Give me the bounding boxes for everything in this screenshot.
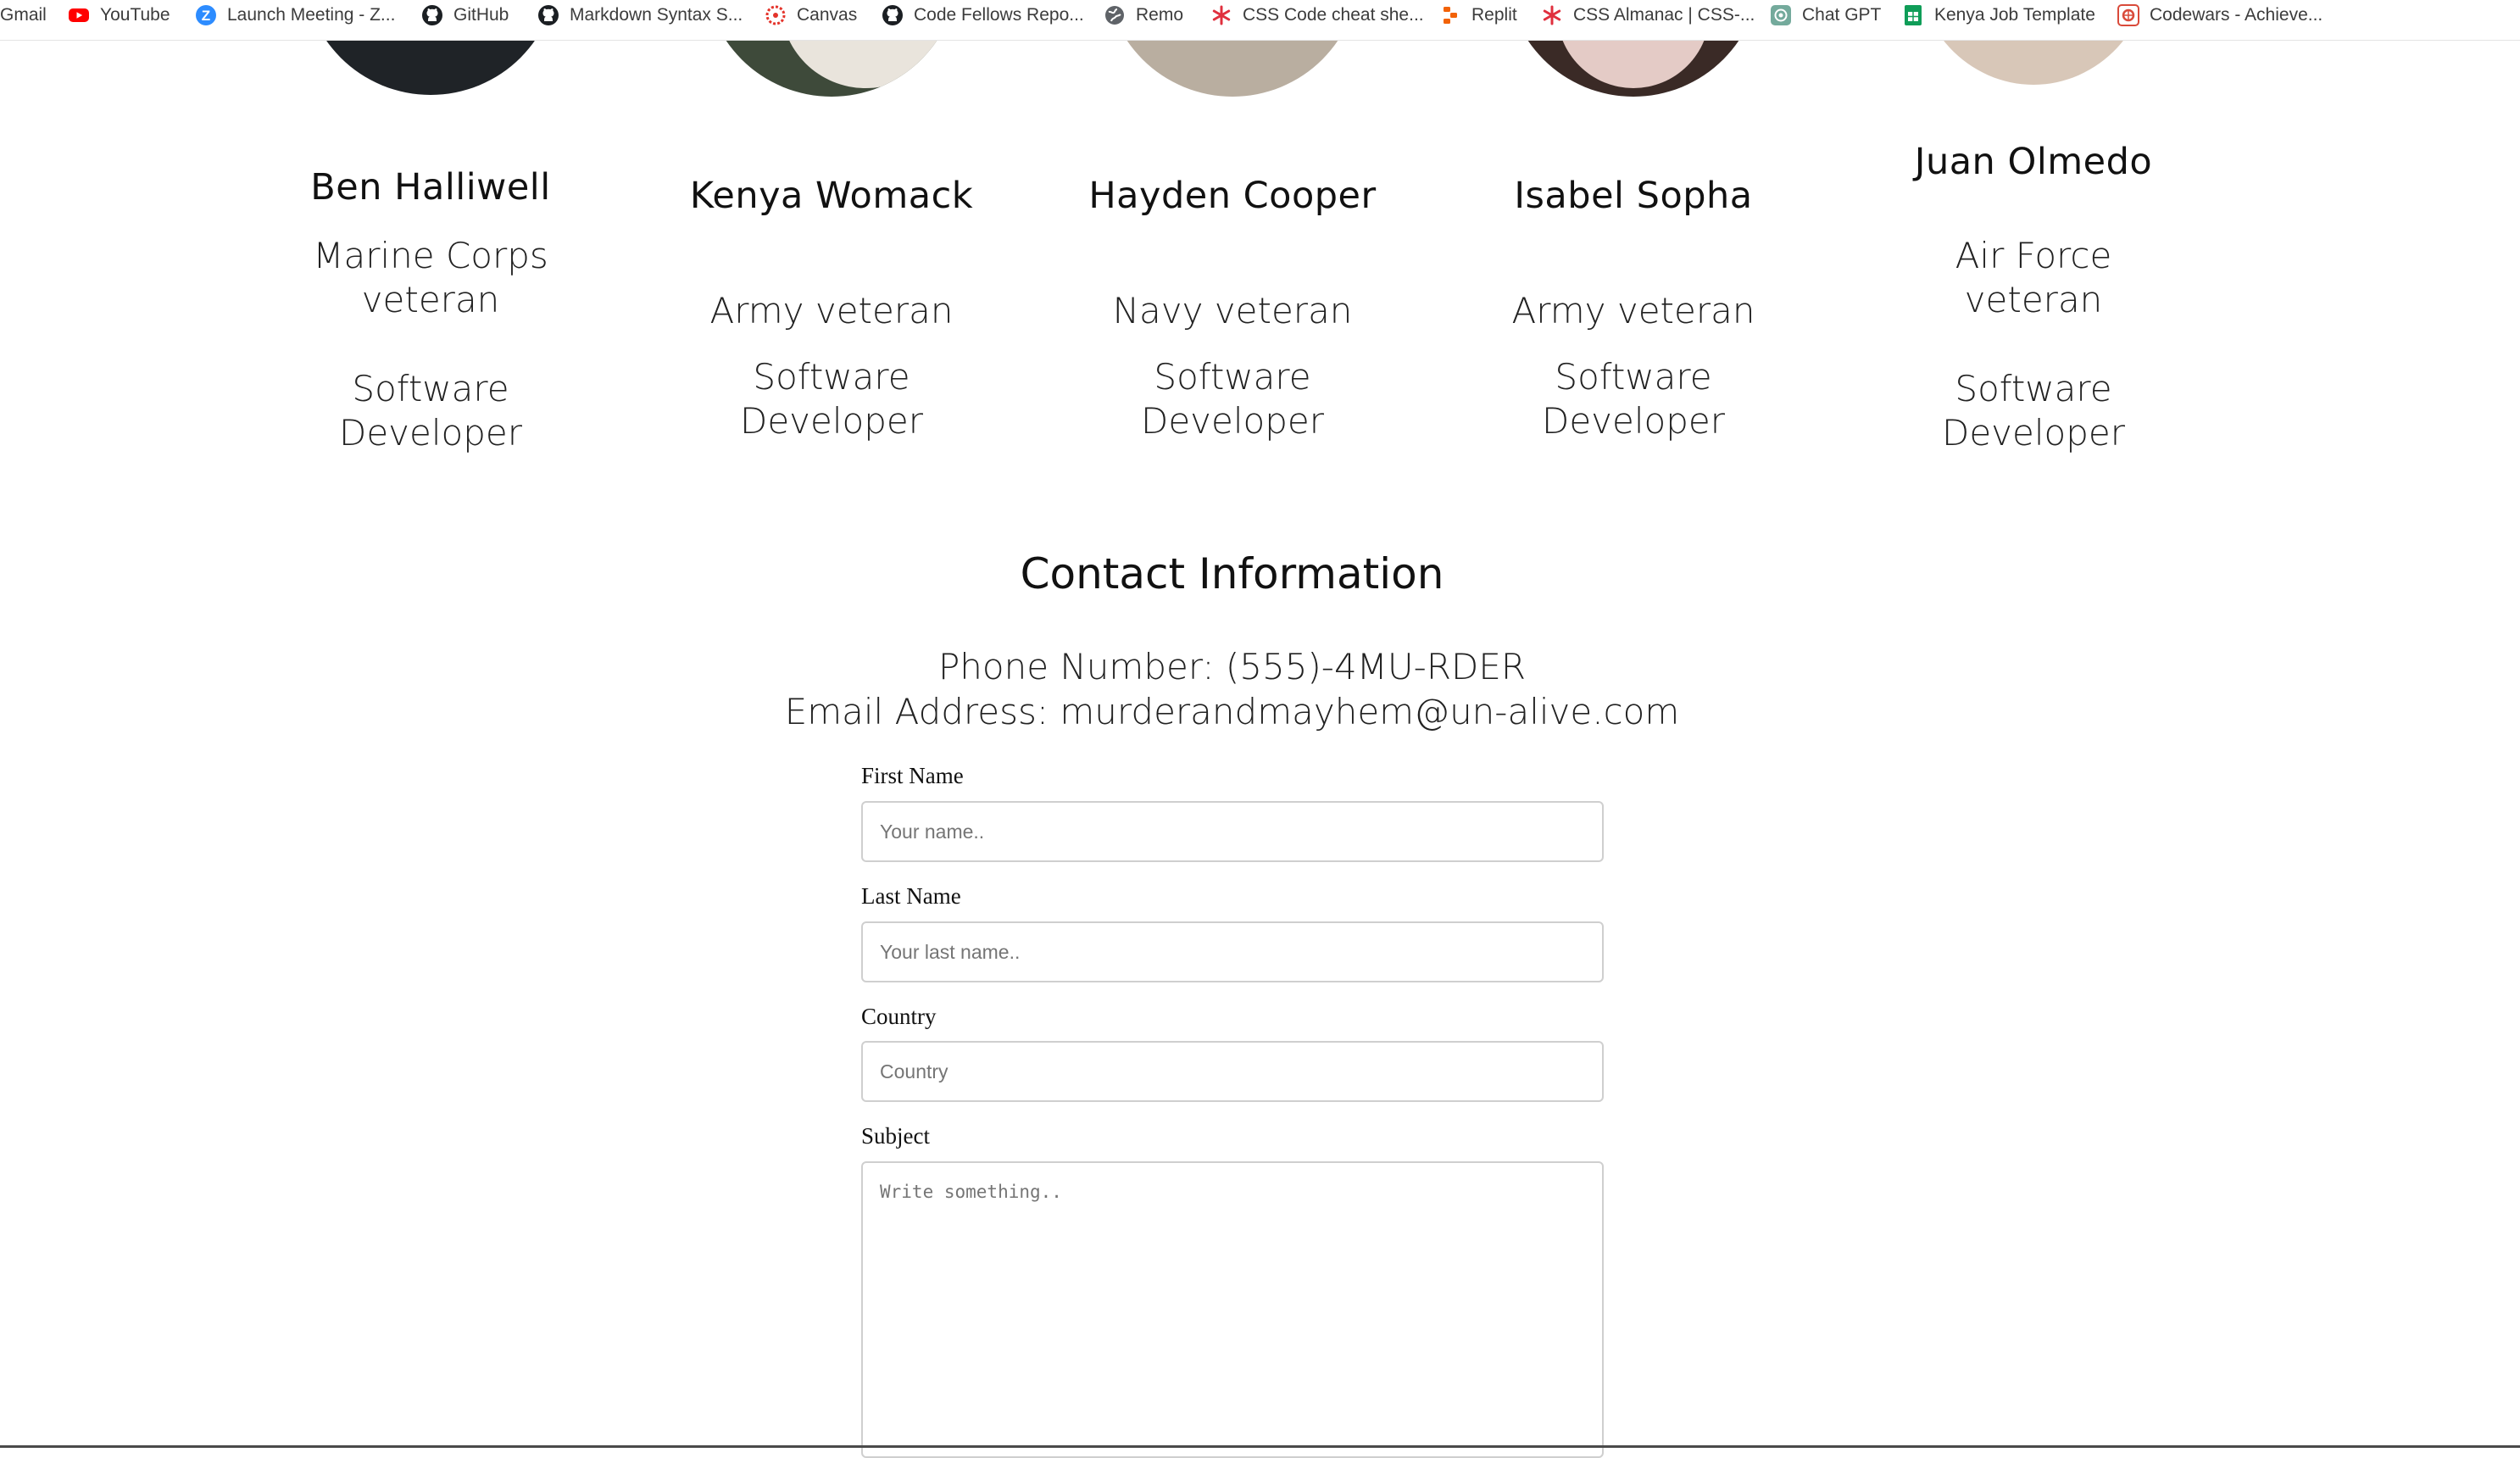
country-label: Country: [861, 1004, 937, 1029]
bookmark-chat-gpt[interactable]: Chat GPT: [1770, 0, 1881, 31]
first-name-input[interactable]: [861, 801, 1604, 862]
canvas-icon: [765, 4, 787, 26]
member-name: Hayden Cooper: [1088, 175, 1377, 217]
subject-label: Subject: [861, 1123, 930, 1149]
bookmark-remo[interactable]: Remo: [1104, 0, 1183, 31]
member-name: Juan Olmedo: [1914, 141, 2153, 183]
member-name: Kenya Womack: [689, 175, 974, 217]
bookmark-kenya-job-template[interactable]: Kenya Job Template: [1902, 0, 2095, 31]
contact-title: Contact Information: [1020, 549, 1444, 598]
member-branch: Air Force veteran: [1955, 235, 2112, 320]
sheets-icon: [1902, 4, 1924, 26]
codewars-icon: [2117, 4, 2139, 26]
svg-text:Z: Z: [202, 8, 210, 24]
bookmark-youtube[interactable]: YouTube: [68, 0, 170, 31]
bookmark-label: YouTube: [100, 5, 170, 25]
bookmark-replit[interactable]: Replit: [1439, 0, 1517, 31]
bookmark-label: Gmail: [0, 5, 47, 25]
bookmark-canvas[interactable]: Canvas: [765, 0, 857, 31]
member-role: Software Developer: [338, 368, 522, 454]
subject-textarea[interactable]: [861, 1161, 1604, 1458]
bookmark-label: Remo: [1136, 5, 1184, 25]
bookmark-label: CSS Almanac | CSS-...: [1573, 5, 1755, 25]
member-role: Software Developer: [1541, 356, 1725, 442]
globe-icon: [1104, 4, 1126, 26]
bookmarks-bar: Gmail YouTube Z Launch Meeting - Z... Gi…: [0, 0, 2520, 41]
asterisk-icon: [1210, 4, 1232, 26]
member-branch: Marine Corps veteran: [313, 235, 548, 320]
bookmark-codewars[interactable]: Codewars - Achieve...: [2117, 0, 2323, 31]
bookmark-gmail[interactable]: Gmail: [0, 0, 47, 31]
member-name: Isabel Sopha: [1514, 175, 1753, 217]
member-branch: Navy veteran: [1112, 290, 1353, 331]
last-name-input[interactable]: [861, 921, 1604, 982]
bookmark-label: Chat GPT: [1802, 5, 1882, 25]
bookmark-label: Launch Meeting - Z...: [227, 5, 396, 25]
bookmark-css-cheat-sheet[interactable]: CSS Code cheat she...: [1210, 0, 1424, 31]
replit-icon: [1439, 4, 1461, 26]
last-name-label: Last Name: [861, 883, 961, 909]
bookmark-label: CSS Code cheat she...: [1243, 5, 1424, 25]
bookmark-label: Replit: [1471, 5, 1517, 25]
contact-email: Email Address: murderandmayhem@un-alive.…: [784, 691, 1680, 732]
zoom-icon: Z: [195, 4, 217, 26]
chatgpt-icon: [1770, 4, 1792, 26]
member-name: Ben Halliwell: [310, 166, 551, 209]
member-role: Software Developer: [1941, 368, 2125, 454]
github-icon: [421, 4, 443, 26]
bookmark-github[interactable]: GitHub: [421, 0, 509, 31]
member-role: Software Developer: [739, 356, 923, 442]
bookmark-label: Markdown Syntax S...: [570, 5, 743, 25]
bookmark-label: Codewars - Achieve...: [2150, 5, 2323, 25]
member-branch: Army veteran: [1511, 290, 1755, 331]
contact-phone: Phone Number: (555)-4MU-RDER: [937, 646, 1527, 687]
youtube-icon: [68, 4, 90, 26]
member-role: Software Developer: [1140, 356, 1324, 442]
bookmark-markdown[interactable]: Markdown Syntax S...: [537, 0, 743, 31]
bookmark-label: Kenya Job Template: [1934, 5, 2095, 25]
member-branch: Army veteran: [709, 290, 954, 331]
github-icon: [882, 4, 904, 26]
country-input[interactable]: [861, 1041, 1604, 1102]
bookmark-label: Code Fellows Repo...: [914, 5, 1084, 25]
github-icon: [537, 4, 559, 26]
bookmark-css-almanac[interactable]: CSS Almanac | CSS-...: [1541, 0, 1755, 31]
bookmark-code-fellows[interactable]: Code Fellows Repo...: [882, 0, 1084, 31]
bookmark-label: GitHub: [453, 5, 509, 25]
first-name-label: First Name: [861, 763, 964, 788]
bookmark-zoom[interactable]: Z Launch Meeting - Z...: [195, 0, 395, 31]
asterisk-icon: [1541, 4, 1563, 26]
bookmark-label: Canvas: [797, 5, 858, 25]
